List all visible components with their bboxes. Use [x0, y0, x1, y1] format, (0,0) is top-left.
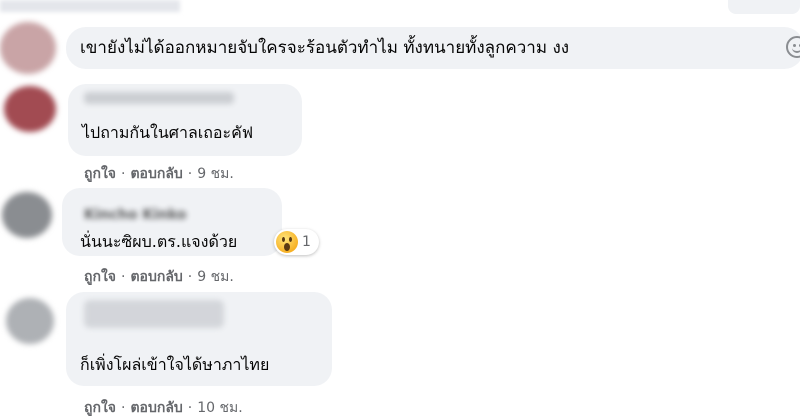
timestamp[interactable]: 10 ชม.	[197, 397, 242, 416]
like-link[interactable]: ถูกใจ	[84, 397, 116, 416]
composer-text[interactable]: เขายังไม่ได้ออกหมายจับใครจะร้อนตัวทำไม ท…	[80, 37, 569, 59]
avatar[interactable]	[6, 298, 54, 344]
reply-link[interactable]: ตอบกลับ	[130, 397, 182, 416]
avatar[interactable]	[4, 86, 56, 132]
author-redacted	[84, 92, 234, 104]
top-strip	[0, 0, 800, 14]
like-link[interactable]: ถูกใจ	[84, 266, 116, 288]
comment-author[interactable]: Kincho Kinko	[84, 207, 187, 223]
comment-text: ก็เพิ่งโผล่เข้าใจได้ษาภาไทย	[80, 355, 270, 374]
reaction-count: 1	[302, 234, 311, 250]
top-right-box	[728, 0, 800, 14]
separator: ·	[187, 166, 193, 182]
avatar[interactable]	[2, 192, 52, 238]
comment-actions: ถูกใจ · ตอบกลับ · 9 ชม.	[84, 266, 234, 288]
composer-avatar	[0, 22, 56, 74]
like-link[interactable]: ถูกใจ	[84, 163, 116, 185]
comment-text: ไปถามกันในศาลเถอะคัฟ	[82, 123, 254, 142]
separator: ·	[121, 400, 126, 416]
reply-link[interactable]: ตอบกลับ	[130, 163, 182, 185]
comment-actions: ถูกใจ · ตอบกลับ · 9 ชม.	[84, 163, 234, 185]
reply-link[interactable]: ตอบกลับ	[130, 266, 182, 288]
comment-actions: ถูกใจ · ตอบกลับ · 10 ชม.	[84, 397, 243, 416]
comment-author[interactable]	[84, 92, 234, 108]
comment-text: นั่นนะซิผบ.ตร.แจงด้วย	[80, 232, 238, 251]
reaction-badge[interactable]: 1	[274, 229, 319, 255]
top-shade	[0, 0, 180, 12]
separator: ·	[121, 269, 126, 285]
author-redacted	[84, 300, 224, 328]
comment-author[interactable]	[84, 300, 224, 332]
separator: ·	[187, 400, 193, 416]
timestamp[interactable]: 9 ชม.	[197, 163, 234, 185]
timestamp[interactable]: 9 ชม.	[197, 266, 234, 288]
separator: ·	[121, 166, 126, 182]
separator: ·	[187, 269, 193, 285]
wow-reaction-icon	[276, 231, 298, 253]
